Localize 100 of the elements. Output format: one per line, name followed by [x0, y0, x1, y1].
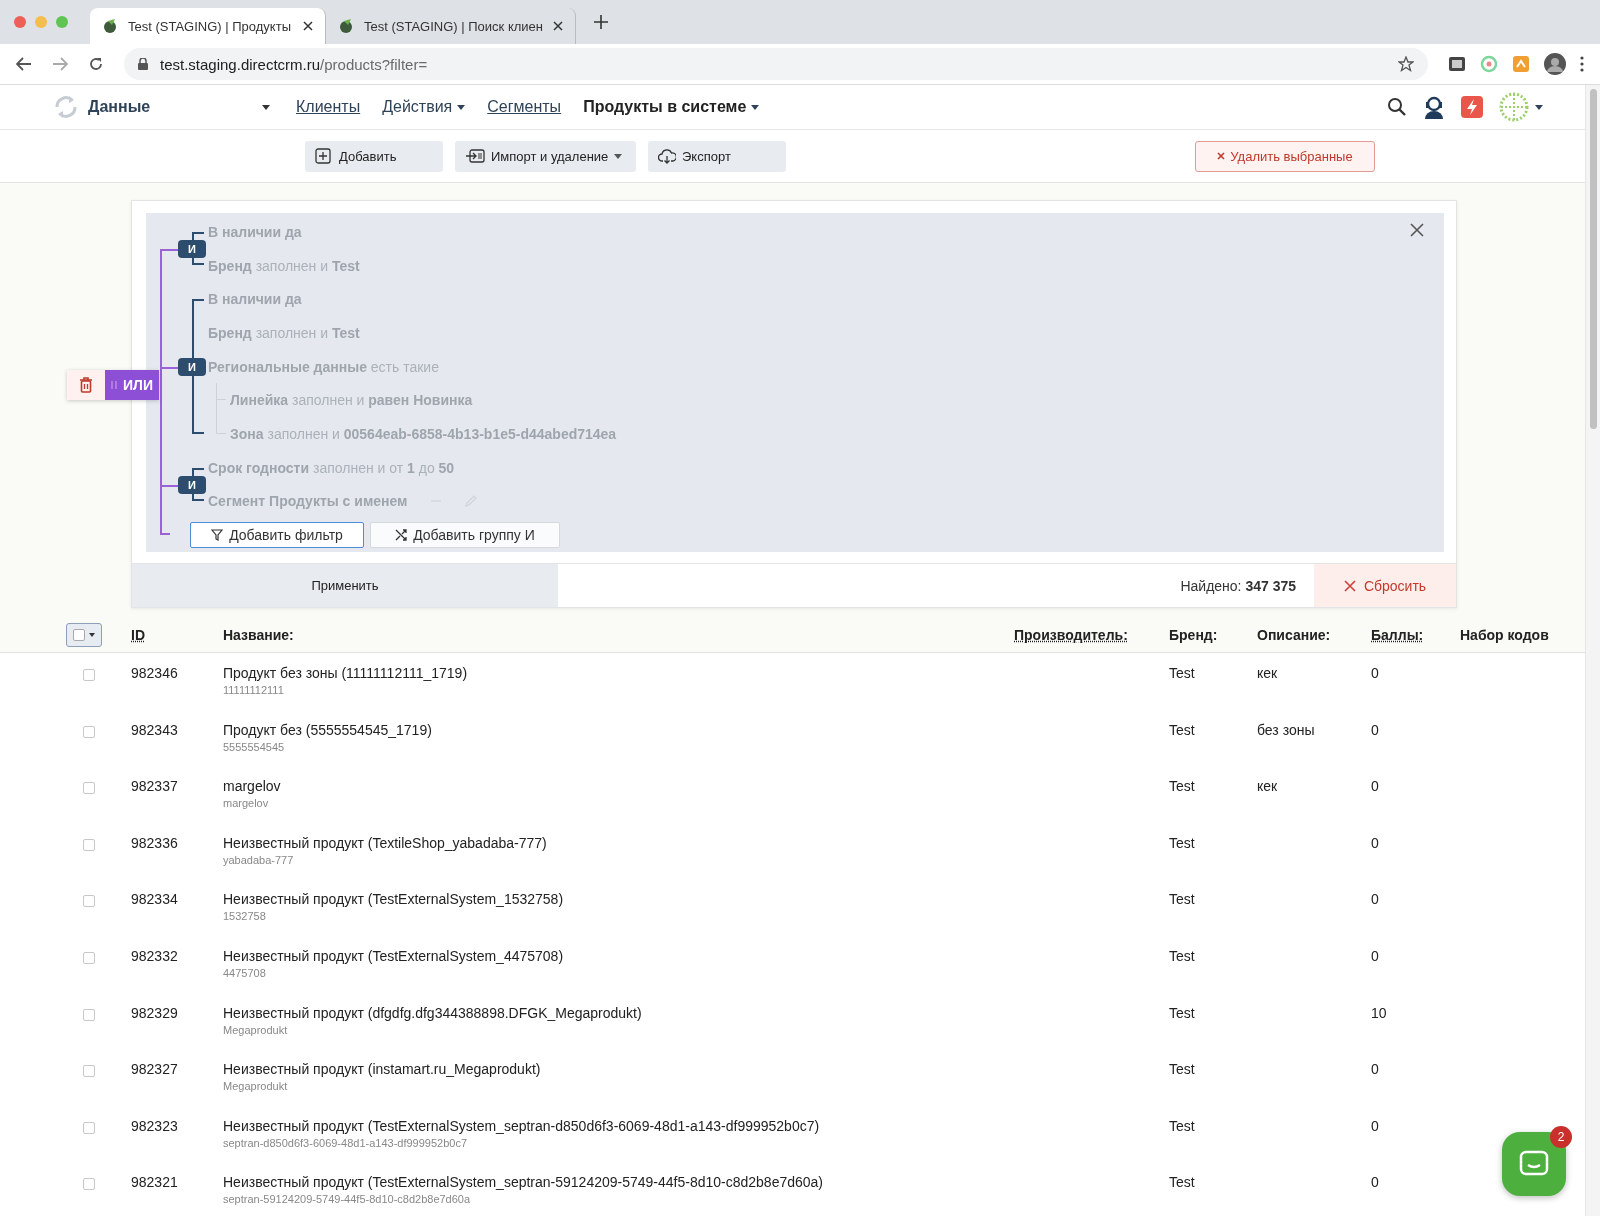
column-header[interactable]: Производитель:: [1014, 627, 1128, 643]
row-checkbox[interactable]: [83, 895, 95, 908]
table-cell: 0: [1371, 1174, 1379, 1191]
table-cell: 0: [1371, 1061, 1379, 1078]
row-checkbox[interactable]: [83, 951, 95, 964]
search-icon[interactable]: [1387, 97, 1407, 117]
select-all-dropdown[interactable]: [66, 623, 102, 647]
nav-link[interactable]: Сегменты: [487, 98, 562, 116]
row-checkbox[interactable]: [83, 1178, 95, 1191]
column-header[interactable]: Описание:: [1257, 627, 1331, 643]
row-checkbox[interactable]: [83, 1065, 95, 1078]
table-cell: Test: [1169, 1004, 1195, 1021]
caret-icon: [89, 633, 95, 637]
table-cell: без зоны: [1257, 721, 1315, 738]
product-name: Неизвестный продукт (dfgdfg.dfg344388898.DFGK_Megaprodukt): [223, 1004, 643, 1021]
checkbox[interactable]: [73, 629, 85, 641]
toolbar-button[interactable]: Экспорт: [648, 140, 786, 172]
headset-person-icon[interactable]: [1423, 95, 1445, 119]
or-operator-badge[interactable]: ИЛИ: [105, 370, 159, 400]
window-control-icon[interactable]: [35, 16, 47, 28]
table-cell: Test: [1169, 665, 1195, 681]
window-control-icon[interactable]: [14, 16, 26, 28]
url-host: test.staging.directcrm.ru: [160, 55, 321, 73]
caret-icon: [1535, 104, 1543, 110]
table-cell: 982334: [131, 891, 178, 908]
extension-icon[interactable]: [1448, 55, 1466, 73]
product-code: 4475708: [223, 966, 267, 979]
language-dropdown[interactable]: [1499, 92, 1543, 122]
close-icon[interactable]: [1410, 223, 1424, 237]
table-cell: Test: [1169, 947, 1195, 964]
chat-button[interactable]: [1502, 1132, 1566, 1196]
back-arrow-icon[interactable]: [16, 57, 32, 71]
toolbar-button[interactable]: Импорт и удаление: [455, 140, 636, 172]
table-cell: Test: [1169, 1174, 1195, 1191]
window-control-icon[interactable]: [56, 16, 68, 28]
table-cell: Test: [1169, 778, 1195, 795]
table-cell: 982329: [131, 1004, 178, 1021]
table-cell: Test: [1169, 834, 1195, 851]
toolbar-button[interactable]: Добавить: [305, 140, 443, 172]
product-name: Неизвестный продукт (TestExternalSystem_septran-d850d6f3-6069-48d1-a143-df999952b0c7): [223, 1117, 821, 1134]
found-count: Найдено: 347 375: [1180, 577, 1296, 594]
leaf-icon: [338, 18, 354, 34]
lightning-icon[interactable]: [1461, 96, 1483, 118]
product-name: Неизвестный продукт (TestExternalSystem_1532758): [223, 891, 565, 908]
table-cell: Test: [1169, 1117, 1195, 1134]
table-cell: 982327: [131, 1061, 178, 1078]
add-filter-button[interactable]: Добавить фильтр: [190, 521, 364, 548]
nav-link[interactable]: Действия: [382, 98, 466, 116]
apply-button[interactable]: Применить: [132, 564, 558, 607]
row-checkbox[interactable]: [83, 782, 95, 795]
scrollbar-thumb[interactable]: [1589, 89, 1597, 429]
row-checkbox[interactable]: [83, 725, 95, 738]
forward-arrow-icon[interactable]: [52, 57, 68, 71]
column-header[interactable]: Бренд:: [1169, 627, 1218, 643]
caret-icon: [457, 104, 466, 110]
and-operator-badge[interactable]: И: [178, 475, 206, 494]
and-operator-badge[interactable]: И: [178, 239, 206, 258]
import-icon: [465, 148, 485, 164]
leaf-icon: [102, 18, 118, 34]
url-path: /products?filter=: [320, 55, 429, 73]
close-icon: [1343, 579, 1356, 592]
column-header[interactable]: Баллы:: [1371, 627, 1424, 643]
reload-icon[interactable]: [88, 56, 104, 72]
column-header[interactable]: ID: [131, 627, 145, 643]
star-icon[interactable]: [1398, 56, 1414, 72]
close-icon: [1217, 152, 1226, 160]
product-code: yabadaba-777: [223, 853, 295, 866]
table-cell: 0: [1371, 721, 1379, 738]
nav-link[interactable]: Клиенты: [296, 98, 361, 116]
and-operator-badge[interactable]: И: [178, 357, 206, 376]
chat-bubble-icon: [1519, 1150, 1549, 1178]
row-checkbox[interactable]: [83, 669, 95, 681]
browser-tab[interactable]: Test (STAGING) | Продукты: [90, 8, 326, 44]
lock-icon: [138, 58, 148, 70]
caret-icon: [614, 153, 623, 159]
row-checkbox[interactable]: [83, 1008, 95, 1021]
column-header[interactable]: Набор кодов: [1460, 627, 1549, 643]
row-checkbox[interactable]: [83, 1121, 95, 1134]
table-cell: 982323: [131, 1117, 178, 1134]
shuffle-icon: [395, 528, 408, 541]
avatar-icon[interactable]: [1544, 53, 1566, 75]
scrollbar[interactable]: [1585, 85, 1600, 1216]
close-icon[interactable]: [303, 21, 313, 31]
table-cell: 0: [1371, 665, 1379, 681]
nav-link[interactable]: Продукты в системе: [583, 98, 760, 116]
cloud-download-icon: [658, 148, 676, 164]
column-header[interactable]: Название:: [223, 627, 294, 643]
url-field[interactable]: test.staging.directcrm.ru/products?filter=: [124, 48, 1428, 80]
row-checkbox[interactable]: [83, 838, 95, 851]
delete-selected-button[interactable]: Удалить выбранные: [1195, 140, 1375, 172]
reset-button[interactable]: Сбросить: [1314, 564, 1456, 607]
close-icon[interactable]: [553, 21, 563, 31]
table-cell: Test: [1169, 891, 1195, 908]
add-group-button[interactable]: Добавить группу И: [370, 521, 560, 548]
product-name: Неизвестный продукт (instamart.ru_Megaprodukt): [223, 1061, 542, 1078]
menu-icon[interactable]: [1580, 56, 1584, 72]
product-code: septran-d850d6f3-6069-48d1-a143-df999952b0c7: [223, 1136, 469, 1149]
section-dropdown[interactable]: Данные: [52, 93, 270, 121]
plus-icon[interactable]: [594, 15, 608, 29]
trash-icon[interactable]: [67, 370, 105, 400]
